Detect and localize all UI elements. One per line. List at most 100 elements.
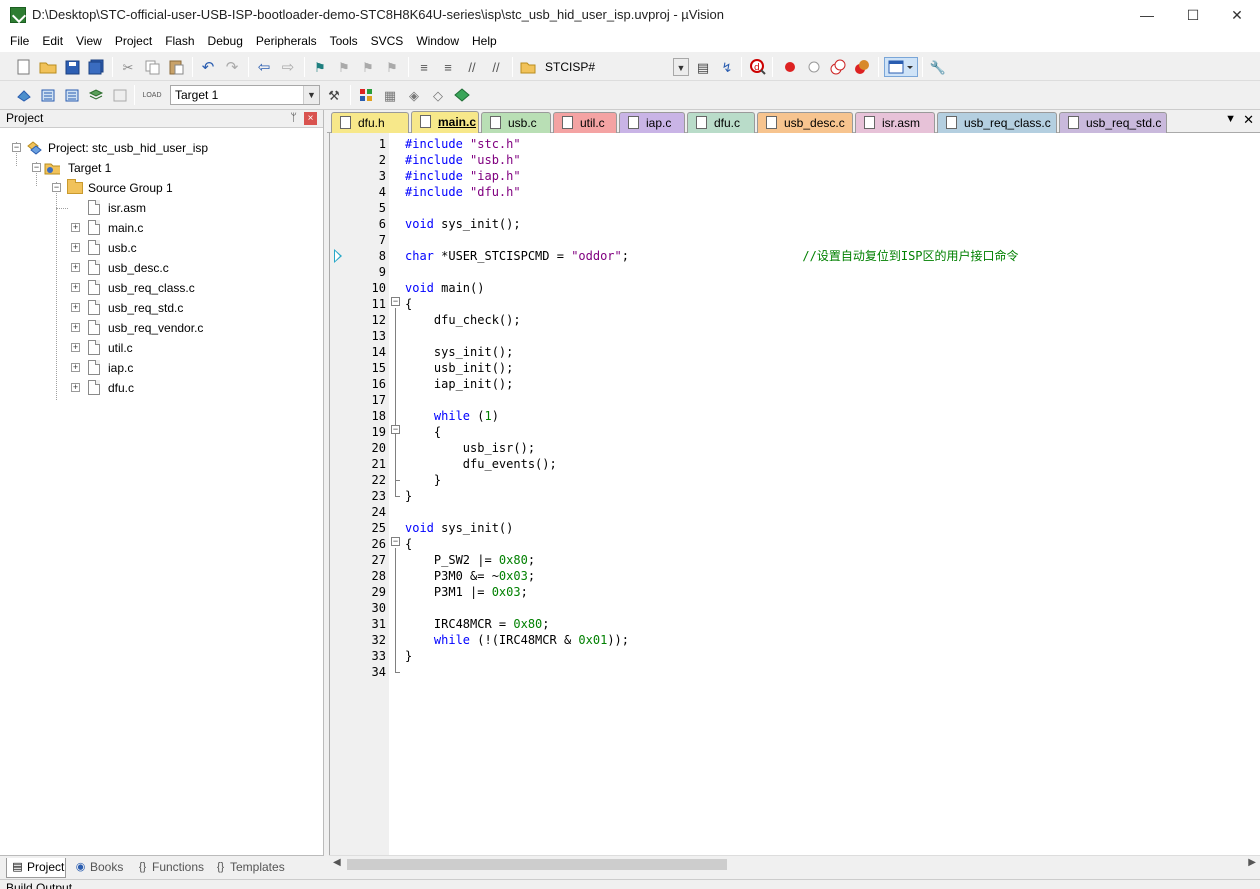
code-line[interactable]: usb_init();	[405, 360, 513, 376]
incremental-find-icon[interactable]: ↯	[717, 57, 737, 77]
rebuild-icon[interactable]	[62, 85, 82, 105]
next-bookmark-icon[interactable]: ⚑	[358, 57, 378, 77]
uncomment-icon[interactable]: //	[486, 57, 506, 77]
select-packs-icon[interactable]: ◈	[404, 85, 424, 105]
code-area[interactable]: #include "stc.h" #include "usb.h" #include…	[403, 133, 1260, 855]
code-line[interactable]: dfu_events();	[405, 456, 557, 472]
tab-books[interactable]: ◉ Books	[70, 858, 128, 878]
code-line[interactable]: #include "iap.h"	[405, 168, 521, 184]
pack-installer-icon[interactable]: ◇	[428, 85, 448, 105]
expand-icon[interactable]: +	[71, 263, 80, 272]
batch-build-icon[interactable]	[86, 85, 106, 105]
code-line[interactable]: }	[405, 648, 412, 664]
code-editor[interactable]: 1 2 3 4 5 6 7 8 9 10 11 12 13 14 15 16 17 18 19 20 21 22 23 24 2…	[329, 133, 1260, 855]
cut-icon[interactable]: ✂	[118, 57, 138, 77]
indent-icon[interactable]: ≡	[414, 57, 434, 77]
find-in-files-icon[interactable]	[518, 57, 538, 77]
disable-breakpoint-icon[interactable]	[804, 57, 824, 77]
maximize-button[interactable]: ☐	[1170, 0, 1216, 30]
comment-icon[interactable]: //	[462, 57, 482, 77]
translate-icon[interactable]	[14, 85, 34, 105]
configure-icon[interactable]: 🔧	[928, 57, 948, 77]
chevron-down-icon[interactable]: ▼	[673, 58, 689, 76]
rte-icon[interactable]	[452, 85, 472, 105]
editor-tab-usb-c[interactable]: usb.c	[481, 112, 551, 133]
fold-collapse-icon[interactable]: −	[391, 297, 400, 306]
menu-help[interactable]: Help	[466, 30, 504, 52]
menu-flash[interactable]: Flash	[159, 30, 201, 52]
bookmark-icon[interactable]: ⚑	[310, 57, 330, 77]
file-extensions-icon[interactable]: ▦	[380, 85, 400, 105]
code-line[interactable]: while (!(IRC48MCR & 0x01));	[405, 632, 629, 648]
editor-tab-iap-c[interactable]: iap.c	[619, 112, 685, 133]
scrollbar-thumb[interactable]	[347, 859, 727, 870]
save-all-icon[interactable]	[86, 57, 106, 77]
code-line[interactable]: P3M1 |= 0x03;	[405, 584, 528, 600]
code-line[interactable]: P_SW2 |= 0x80;	[405, 552, 535, 568]
horizontal-scrollbar[interactable]: ◀ ▶	[329, 855, 1260, 872]
close-tab-icon[interactable]: ✕	[1243, 112, 1254, 128]
menu-view[interactable]: View	[70, 30, 109, 52]
open-folder-icon[interactable]	[38, 57, 58, 77]
code-line[interactable]: {	[405, 536, 412, 552]
unindent-icon[interactable]: ≡	[438, 57, 458, 77]
tab-functions[interactable]: {} Functions	[132, 858, 208, 878]
stop-build-icon[interactable]	[110, 85, 130, 105]
find-combo[interactable]: STCISP# ▼	[540, 57, 690, 77]
window-layout-icon[interactable]	[884, 57, 918, 77]
menu-window[interactable]: Window	[410, 30, 466, 52]
close-panel-button[interactable]: ×	[304, 112, 317, 125]
code-line[interactable]: char *USER_STCISPCMD = "oddor"; //设置自动复位…	[405, 248, 1019, 264]
menu-file[interactable]: File	[0, 30, 36, 52]
code-line[interactable]: {	[405, 424, 441, 440]
tab-templates[interactable]: {} Templates	[210, 858, 294, 878]
code-line[interactable]: while (1)	[405, 408, 499, 424]
prev-bookmark-icon[interactable]: ⚑	[334, 57, 354, 77]
code-line[interactable]: }	[405, 488, 412, 504]
kill-all-breakpoints-icon[interactable]	[852, 57, 872, 77]
expand-icon[interactable]: +	[71, 243, 80, 252]
target-options-icon[interactable]: ⚒	[324, 85, 344, 105]
download-icon[interactable]: LOAD	[142, 85, 162, 105]
chevron-down-icon[interactable]: ▼	[303, 86, 319, 104]
new-file-icon[interactable]	[14, 57, 34, 77]
nav-forward-icon[interactable]: ⇨	[278, 57, 298, 77]
collapse-icon[interactable]: −	[52, 183, 61, 192]
target-combo[interactable]: Target 1 ▼	[170, 85, 320, 105]
code-line[interactable]: void main()	[405, 280, 484, 296]
code-line[interactable]: #include "stc.h"	[405, 136, 521, 152]
editor-tab-usb-req-class-c[interactable]: usb_req_class.c	[937, 112, 1057, 133]
code-line[interactable]: {	[405, 296, 412, 312]
expand-icon[interactable]: +	[71, 303, 80, 312]
code-line[interactable]: IRC48MCR = 0x80;	[405, 616, 550, 632]
menu-peripherals[interactable]: Peripherals	[249, 30, 323, 52]
find-icon[interactable]: ▤	[693, 57, 713, 77]
fold-collapse-icon[interactable]: −	[391, 425, 400, 434]
tab-project[interactable]: ▤ Project	[6, 858, 66, 878]
editor-tab-dfu-h[interactable]: dfu.h	[331, 112, 409, 133]
code-line[interactable]: usb_isr();	[405, 440, 535, 456]
code-line[interactable]: P3M0 &= ~0x03;	[405, 568, 535, 584]
expand-icon[interactable]: +	[71, 343, 80, 352]
redo-icon[interactable]: ↷	[222, 57, 242, 77]
code-line[interactable]: #include "usb.h"	[405, 152, 521, 168]
expand-icon[interactable]: +	[71, 323, 80, 332]
code-line[interactable]: sys_init();	[405, 344, 513, 360]
fold-collapse-icon[interactable]: −	[391, 537, 400, 546]
code-line[interactable]: void sys_init()	[405, 520, 513, 536]
collapse-icon[interactable]: −	[12, 143, 21, 152]
code-line[interactable]: }	[405, 472, 441, 488]
nav-back-icon[interactable]: ⇦	[254, 57, 274, 77]
editor-tab-usb-req-std-c[interactable]: usb_req_std.c	[1059, 112, 1167, 133]
menu-debug[interactable]: Debug	[201, 30, 249, 52]
editor-tab-util-c[interactable]: util.c	[553, 112, 617, 133]
close-button[interactable]: ✕	[1214, 0, 1260, 30]
collapse-icon[interactable]: −	[32, 163, 41, 172]
code-line[interactable]: iap_init();	[405, 376, 513, 392]
menu-project[interactable]: Project	[108, 30, 158, 52]
code-line[interactable]: void sys_init();	[405, 216, 521, 232]
menu-tools[interactable]: Tools	[323, 30, 364, 52]
expand-icon[interactable]: +	[71, 223, 80, 232]
expand-icon[interactable]: +	[71, 383, 80, 392]
editor-tab-usb-desc-c[interactable]: usb_desc.c	[757, 112, 853, 133]
